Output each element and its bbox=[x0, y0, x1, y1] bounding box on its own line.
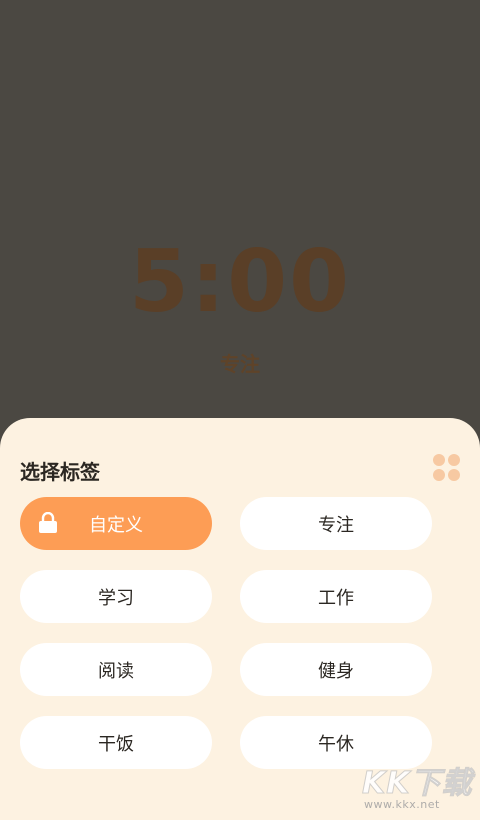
tag-label: 学习 bbox=[98, 587, 134, 609]
timer-countdown: 5:00 bbox=[129, 232, 351, 332]
tag-focus[interactable]: 专注 bbox=[240, 497, 432, 550]
tag-label: 工作 bbox=[318, 587, 354, 609]
tag-label: 健身 bbox=[318, 660, 354, 682]
tag-label: 专注 bbox=[318, 514, 354, 536]
tag-meal[interactable]: 干饭 bbox=[20, 716, 212, 769]
tag-study[interactable]: 学习 bbox=[20, 570, 212, 623]
tag-label: 自定义 bbox=[89, 514, 143, 536]
watermark: KK下载 www.kkx.net bbox=[362, 752, 480, 820]
timer-tag-label: 专注 bbox=[220, 352, 260, 376]
sheet-title: 选择标签 bbox=[20, 460, 100, 484]
grid-icon[interactable] bbox=[433, 454, 461, 482]
watermark-brand: KK下载 bbox=[362, 766, 473, 802]
timer-display-area: 5:00 专注 bbox=[0, 0, 480, 418]
tag-reading[interactable]: 阅读 bbox=[20, 643, 212, 696]
tag-custom[interactable]: 自定义 bbox=[20, 497, 212, 550]
lock-icon bbox=[39, 512, 57, 533]
tag-fitness[interactable]: 健身 bbox=[240, 643, 432, 696]
tag-label: 午休 bbox=[318, 733, 354, 755]
tag-work[interactable]: 工作 bbox=[240, 570, 432, 623]
watermark-url: www.kkx.net bbox=[364, 798, 440, 811]
tag-label: 干饭 bbox=[98, 733, 134, 755]
tag-label: 阅读 bbox=[98, 660, 134, 682]
